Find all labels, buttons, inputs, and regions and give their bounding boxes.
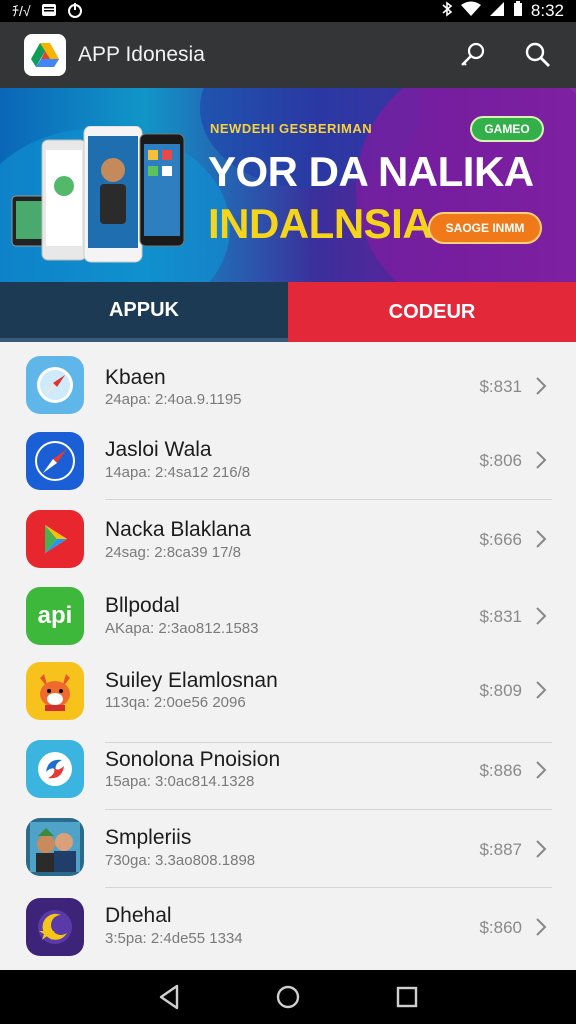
notification-icon bbox=[41, 3, 57, 20]
star-moon-icon bbox=[26, 898, 84, 956]
app-price: $:886 bbox=[479, 761, 522, 780]
chevron-right-icon[interactable] bbox=[534, 839, 548, 859]
app-name: Jasloi Wala bbox=[105, 438, 212, 461]
chevron-right-icon[interactable] bbox=[534, 680, 548, 700]
chevron-right-icon[interactable] bbox=[534, 917, 548, 937]
list-item[interactable]: Dhehal 3:5pa: 2:4de55 1334 $:860 bbox=[0, 888, 576, 966]
app-price: $:809 bbox=[479, 681, 522, 700]
power-icon bbox=[67, 2, 83, 21]
banner-badge[interactable]: GAMEO bbox=[470, 116, 544, 142]
tab-bar: APPUK CODEUR bbox=[0, 282, 576, 342]
list-item[interactable]: Nacka Blaklana 24sag: 2:8ca39 17/8 $:666 bbox=[0, 500, 576, 578]
status-bar: ﾁ/√ 8:32 bbox=[0, 0, 576, 22]
app-name: Nacka Blaklana bbox=[105, 518, 251, 541]
promo-banner[interactable]: NEWDEHI GESBERIMAN YOR DA NALIKA INDALNS… bbox=[0, 88, 576, 282]
compass-icon bbox=[26, 356, 84, 414]
battery-icon bbox=[513, 0, 523, 22]
fox-mascot-icon bbox=[26, 662, 84, 720]
app-name: Suiley Elamlosnan bbox=[105, 669, 278, 692]
app-title: APP Idonesia bbox=[78, 43, 205, 66]
wifi-icon bbox=[460, 1, 481, 22]
app-name: Kbaen bbox=[105, 366, 166, 389]
google-drive-triangle-icon[interactable] bbox=[24, 34, 66, 76]
home-icon[interactable] bbox=[268, 977, 308, 1017]
app-price: $:666 bbox=[479, 530, 522, 549]
app-meta: 14apa: 2:4sa12 216/8 bbox=[105, 464, 251, 481]
clock-time: 8:32 bbox=[530, 1, 564, 20]
bluetooth-icon bbox=[441, 0, 453, 22]
phones-illustration bbox=[11, 126, 185, 263]
key-search-icon[interactable] bbox=[454, 37, 490, 73]
banner-subheadline: INDALNSIA bbox=[208, 200, 433, 247]
compass-needle-icon bbox=[26, 432, 84, 490]
app-price: $:831 bbox=[479, 607, 522, 626]
chevron-right-icon[interactable] bbox=[534, 376, 548, 396]
app-name: Bllpodal bbox=[105, 594, 180, 617]
api-icon: api bbox=[26, 587, 84, 645]
characters-game-icon bbox=[26, 818, 84, 876]
banner-eyebrow: NEWDEHI GESBERIMAN bbox=[210, 121, 373, 136]
app-bar: APP Idonesia bbox=[0, 22, 576, 88]
tab-codeur[interactable]: CODEUR bbox=[288, 282, 576, 342]
banner-cta-button[interactable]: SAOGE INMM bbox=[428, 212, 542, 244]
banner-headline: YOR DA NALIKA bbox=[208, 148, 534, 195]
app-price: $:806 bbox=[479, 451, 522, 470]
status-left-text: ﾁ/√ bbox=[12, 3, 31, 19]
list-item[interactable]: api Bllpodal AKapa: 2:3ao812.1583 $:831 bbox=[0, 578, 576, 656]
signal-icon bbox=[489, 1, 505, 22]
app-meta: AKapa: 2:3ao812.1583 bbox=[105, 620, 259, 637]
app-name: Dhehal bbox=[105, 904, 172, 927]
app-name: Smpleriis bbox=[105, 826, 192, 849]
list-item[interactable]: Kbaen 24apa: 2:4oa.9.1195 $:831 bbox=[0, 344, 576, 422]
app-price: $:887 bbox=[479, 840, 522, 859]
swirl-logo-icon bbox=[26, 740, 84, 798]
app-meta: 24apa: 2:4oa.9.1195 bbox=[105, 391, 242, 408]
chevron-right-icon[interactable] bbox=[534, 450, 548, 470]
tab-appuk[interactable]: APPUK bbox=[0, 282, 288, 342]
app-meta: 24sag: 2:8ca39 17/8 bbox=[105, 544, 241, 561]
search-icon[interactable] bbox=[520, 37, 556, 73]
chevron-right-icon[interactable] bbox=[534, 760, 548, 780]
app-list: Kbaen 24apa: 2:4oa.9.1195 $:831 Jasloi W… bbox=[0, 342, 576, 970]
app-meta: 3:5pa: 2:4de55 1334 bbox=[105, 930, 243, 947]
list-item[interactable]: Sonolona Pnoision 15apa: 3:0ac814.1328 $… bbox=[0, 732, 576, 810]
list-item[interactable]: Smpleriis 730ga: 3.3ao808.1898 $:887 bbox=[0, 810, 576, 888]
app-meta: 730ga: 3.3ao808.1898 bbox=[105, 852, 256, 869]
list-item[interactable]: Suiley Elamlosnan 113qa: 2:0oe56 2096 $:… bbox=[0, 654, 576, 743]
play-store-icon bbox=[26, 510, 84, 568]
app-meta: 15apa: 3:0ac814.1328 bbox=[105, 773, 255, 790]
chevron-right-icon[interactable] bbox=[534, 529, 548, 549]
back-icon[interactable] bbox=[149, 977, 189, 1017]
list-item[interactable]: Jasloi Wala 14apa: 2:4sa12 216/8 $:806 bbox=[0, 422, 576, 500]
app-meta: 113qa: 2:0oe56 2096 bbox=[105, 694, 246, 711]
chevron-right-icon[interactable] bbox=[534, 606, 548, 626]
system-nav-bar bbox=[0, 970, 576, 1024]
app-name: Sonolona Pnoision bbox=[105, 748, 281, 771]
recents-icon[interactable] bbox=[387, 977, 427, 1017]
app-price: $:831 bbox=[479, 377, 522, 396]
app-price: $:860 bbox=[479, 918, 522, 937]
